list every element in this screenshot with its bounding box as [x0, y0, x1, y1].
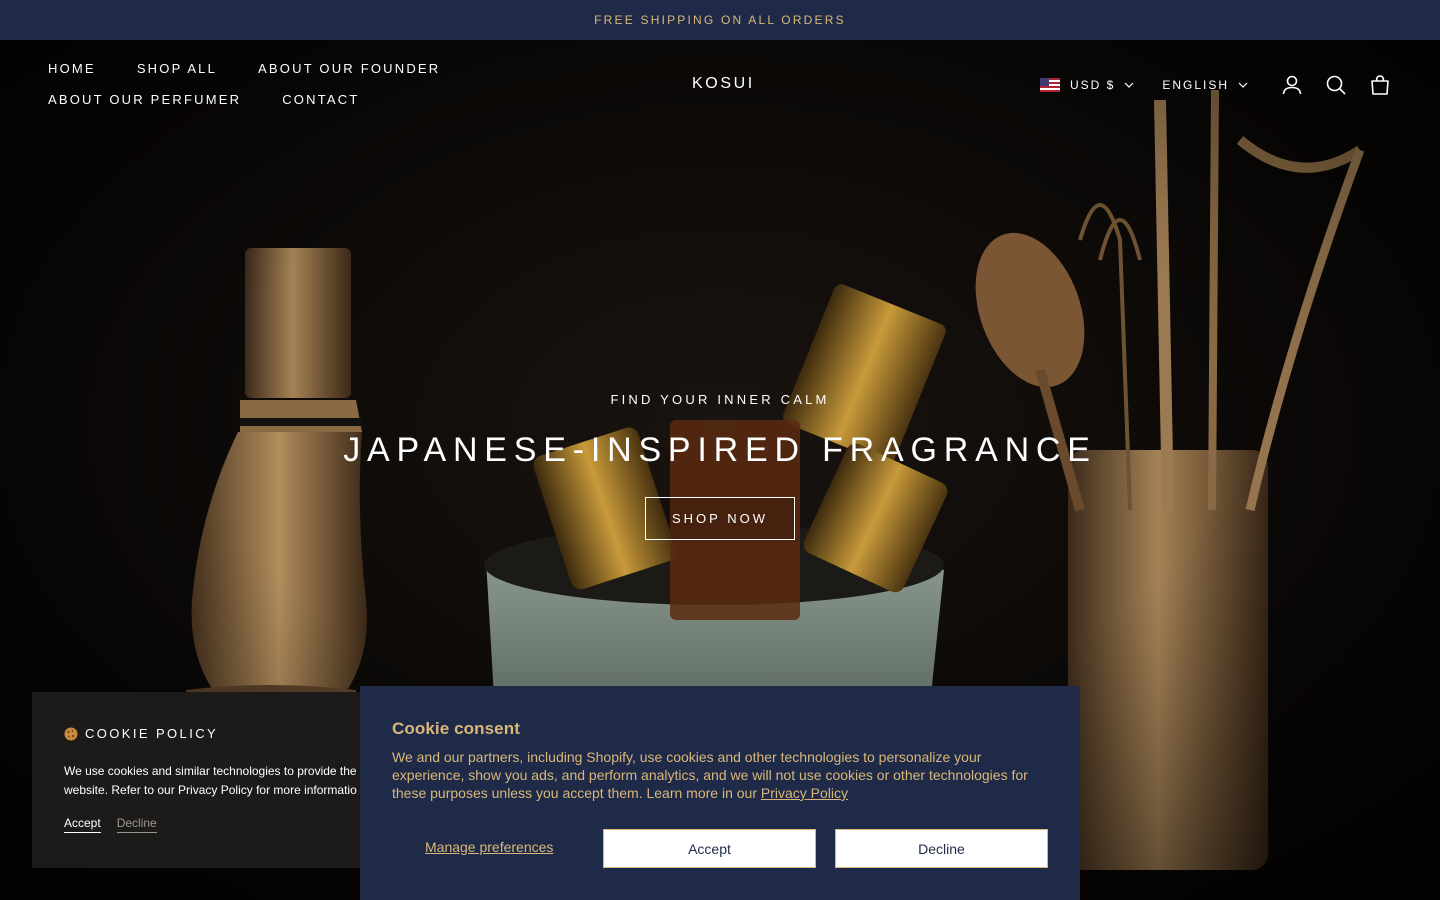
- cookie-policy-title: COOKIE POLICY: [85, 726, 219, 741]
- privacy-policy-link[interactable]: Privacy Policy: [761, 785, 848, 801]
- nav-home[interactable]: HOME: [48, 60, 96, 77]
- nav-shop-all[interactable]: SHOP ALL: [137, 60, 217, 77]
- main-nav: HOME SHOP ALL ABOUT OUR FOUNDER ABOUT OU…: [48, 60, 668, 108]
- cookie-policy-accept-link[interactable]: Accept: [64, 816, 101, 833]
- decline-button[interactable]: Decline: [835, 829, 1048, 868]
- announcement-bar: FREE SHIPPING ON ALL ORDERS: [0, 0, 1440, 40]
- chevron-down-icon: [1124, 82, 1134, 88]
- nav-about-perfumer[interactable]: ABOUT OUR PERFUMER: [48, 91, 241, 108]
- site-logo[interactable]: KOSUI: [692, 75, 755, 93]
- language-selector[interactable]: ENGLISH: [1162, 78, 1248, 92]
- hero-kicker: FIND YOUR INNER CALM: [610, 392, 830, 407]
- hero-content: FIND YOUR INNER CALM JAPANESE-INSPIRED F…: [0, 392, 1440, 540]
- search-icon[interactable]: [1324, 73, 1348, 97]
- cookie-policy-line-2: website. Refer to our Privacy Policy for…: [64, 783, 357, 797]
- account-icon[interactable]: [1280, 73, 1304, 97]
- cookie-policy-line-1: We use cookies and similar technologies …: [64, 764, 357, 778]
- cookie-consent-body: We and our partners, including Shopify, …: [392, 748, 1048, 802]
- nav-contact[interactable]: CONTACT: [282, 91, 359, 108]
- announcement-text: FREE SHIPPING ON ALL ORDERS: [594, 13, 846, 27]
- cookie-policy-popup: COOKIE POLICY We use cookies and similar…: [32, 692, 372, 868]
- currency-selector[interactable]: USD $: [1039, 78, 1134, 92]
- cookie-consent-text: We and our partners, including Shopify, …: [392, 749, 1028, 801]
- shop-now-button[interactable]: SHOP NOW: [645, 497, 795, 540]
- header-tools: USD $ ENGLISH: [1039, 72, 1392, 98]
- currency-label: USD $: [1069, 78, 1116, 92]
- cookie-policy-decline-link[interactable]: Decline: [116, 816, 157, 833]
- cookie-policy-heading: COOKIE POLICY: [64, 726, 218, 741]
- us-flag-icon: [1039, 78, 1060, 92]
- cookie-consent-actions: Manage preferences Accept Decline: [392, 829, 1048, 868]
- cookie-consent-title: Cookie consent: [392, 719, 520, 738]
- nav-about-founder[interactable]: ABOUT OUR FOUNDER: [258, 60, 440, 77]
- accept-button[interactable]: Accept: [603, 829, 816, 868]
- manage-preferences-link[interactable]: Manage preferences: [425, 839, 553, 855]
- cookie-policy-actions: Accept Decline: [64, 816, 173, 833]
- cookie-icon: [64, 727, 78, 740]
- chevron-down-icon: [1238, 82, 1248, 88]
- cookie-consent-banner: Cookie consent We and our partners, incl…: [360, 686, 1080, 900]
- cookie-policy-text: We use cookies and similar technologies …: [64, 762, 372, 800]
- site-header: HOME SHOP ALL ABOUT OUR FOUNDER ABOUT OU…: [0, 40, 1440, 140]
- hero-headline: JAPANESE-INSPIRED FRAGRANCE: [343, 431, 1097, 469]
- cart-bag-icon[interactable]: [1368, 73, 1392, 97]
- language-label: ENGLISH: [1162, 78, 1229, 92]
